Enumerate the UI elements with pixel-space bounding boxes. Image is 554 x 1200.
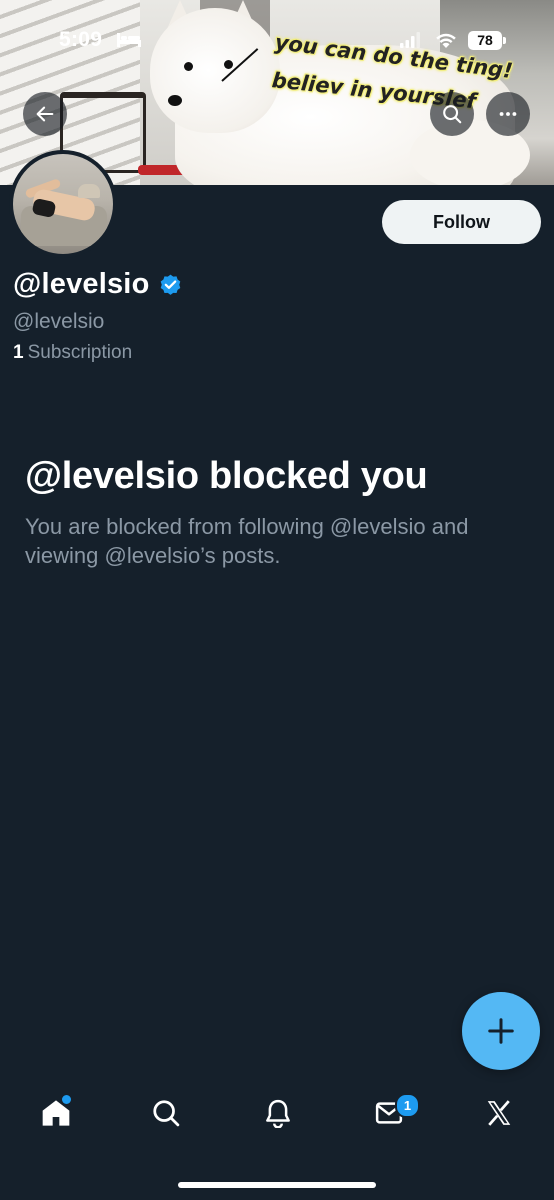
search-profile-button[interactable] — [430, 92, 474, 136]
back-button[interactable] — [23, 92, 67, 136]
profile-handle: @levelsio — [13, 310, 105, 333]
more-options-button[interactable] — [486, 92, 530, 136]
dog-nose — [168, 95, 182, 106]
tab-search[interactable] — [138, 1085, 194, 1141]
search-icon — [153, 1100, 180, 1127]
messages-badge: 1 — [395, 1093, 420, 1118]
subscription-label: Subscription — [27, 342, 133, 363]
status-time: 5:09 — [59, 28, 103, 51]
tab-messages[interactable]: 1 — [361, 1085, 420, 1141]
tab-home[interactable] — [28, 1085, 84, 1141]
battery-tip — [503, 37, 506, 44]
profile-avatar[interactable] — [9, 150, 117, 258]
dog-head — [150, 8, 280, 133]
tab-notifications[interactable] — [250, 1085, 306, 1141]
blocked-description: You are blocked from following @levelsio… — [25, 514, 469, 568]
compose-post-button[interactable] — [462, 992, 540, 1070]
dog-eye-left — [184, 62, 193, 71]
search-icon — [443, 105, 462, 124]
sleep-focus-icon — [117, 33, 141, 47]
subscriptions-link[interactable]: 1 Subscription — [13, 342, 132, 364]
arrow-left-icon — [36, 106, 54, 122]
bottom-tab-bar: 1 — [0, 1085, 554, 1150]
home-unread-dot — [62, 1095, 71, 1104]
status-bar: 5:09 78 — [0, 28, 554, 58]
more-horizontal-icon — [499, 112, 517, 116]
blocked-title: @levelsio blocked you — [25, 455, 428, 497]
dog-eye-right — [224, 60, 233, 69]
battery-indicator: 78 — [468, 31, 502, 50]
bell-icon — [266, 1099, 290, 1128]
display-name: @levelsio — [13, 268, 150, 300]
tab-grok[interactable] — [471, 1085, 527, 1141]
plus-icon — [488, 1018, 514, 1044]
avatar-photo — [13, 154, 113, 254]
wifi-icon — [436, 33, 456, 48]
home-indicator — [178, 1182, 376, 1188]
verified-badge-icon[interactable] — [158, 272, 183, 297]
display-name-row: @levelsio — [13, 268, 183, 301]
x-logo-icon — [487, 1100, 511, 1126]
subscription-count: 1 — [13, 342, 24, 363]
follow-button[interactable]: Follow — [382, 200, 541, 244]
avatar-hat — [78, 184, 100, 198]
cellular-signal-icon — [400, 32, 420, 48]
